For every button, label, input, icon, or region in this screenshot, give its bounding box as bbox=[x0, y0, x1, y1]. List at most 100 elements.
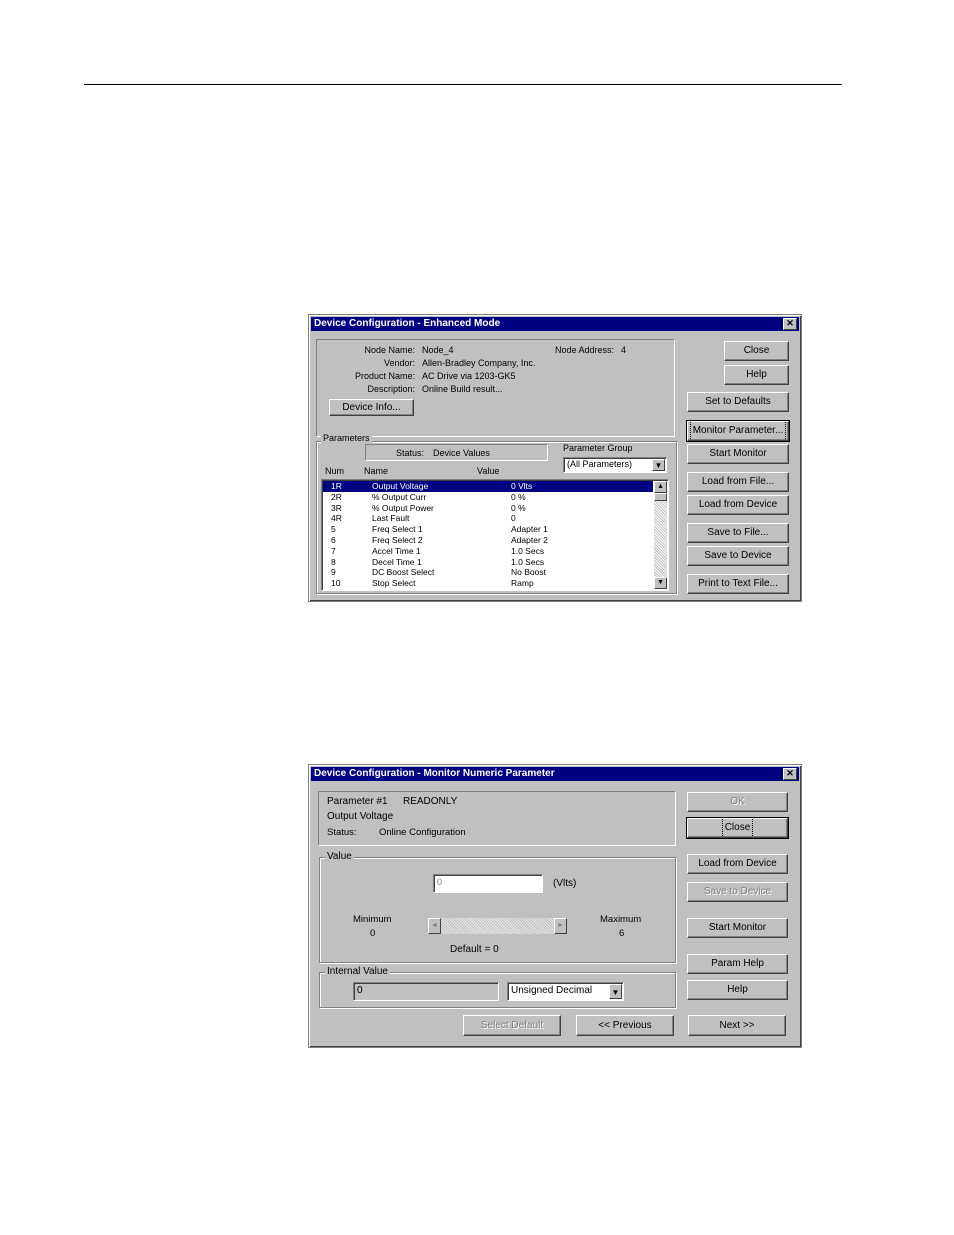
device-info-button[interactable]: Device Info... bbox=[329, 399, 414, 416]
dropdown-arrow-icon[interactable]: ▼ bbox=[609, 984, 622, 999]
param-help-button[interactable]: Param Help bbox=[687, 954, 788, 974]
page-header-rule bbox=[84, 84, 842, 85]
close-icon[interactable]: ✕ bbox=[783, 318, 797, 330]
table-row[interactable]: 1R Output Voltage 0 Vlts bbox=[323, 481, 653, 492]
table-row[interactable]: 5 Freq Select 1 Adapter 1 bbox=[323, 524, 653, 535]
start-monitor-button[interactable]: Start Monitor bbox=[687, 918, 788, 938]
parameter-name: Output Voltage bbox=[327, 811, 394, 822]
row-name: Freq Select 2 bbox=[372, 534, 423, 545]
status-label: Status: bbox=[327, 827, 357, 838]
start-monitor-label: Start Monitor bbox=[709, 448, 767, 459]
product-name-label: Product Name: bbox=[354, 371, 415, 381]
node-address-label: Node Address: bbox=[555, 345, 615, 355]
print-to-text-file-button[interactable]: Print to Text File... bbox=[687, 574, 789, 594]
parameter-number: Parameter #1 bbox=[327, 796, 388, 807]
close-icon[interactable]: ✕ bbox=[783, 768, 797, 780]
load-from-device-button[interactable]: Load from Device bbox=[687, 854, 788, 874]
start-monitor-label: Start Monitor bbox=[708, 922, 767, 933]
row-num: 3R bbox=[331, 502, 342, 513]
enhanced-mode-window: Device Configuration - Enhanced Mode ✕ N… bbox=[308, 314, 802, 602]
scroll-right-icon[interactable]: ► bbox=[554, 918, 567, 934]
description-label: Description: bbox=[367, 384, 415, 394]
dropdown-arrow-icon[interactable]: ▼ bbox=[652, 459, 665, 471]
row-name: Decel Time 1 bbox=[372, 556, 422, 567]
parameters-group-label: Parameters bbox=[321, 433, 372, 443]
table-row[interactable]: 3R % Output Power 0 % bbox=[323, 503, 653, 514]
format-dropdown[interactable]: Unsigned Decimal ▼ bbox=[507, 982, 624, 1001]
row-num: 8 bbox=[331, 556, 336, 567]
load-from-device-button[interactable]: Load from Device bbox=[687, 495, 789, 515]
load-from-device-label: Load from Device bbox=[698, 858, 777, 869]
row-name: % Output Power bbox=[372, 502, 434, 513]
row-num: 1R bbox=[331, 481, 342, 491]
table-row[interactable]: 7 Accel Time 1 1.0 Secs bbox=[323, 546, 653, 557]
default-value-text: Default = 0 bbox=[450, 944, 499, 955]
close-button[interactable]: Close bbox=[724, 341, 789, 361]
table-row[interactable]: 8 Decel Time 1 1.0 Secs bbox=[323, 557, 653, 568]
close-button[interactable]: Close bbox=[686, 817, 789, 839]
row-value: 0 % bbox=[511, 502, 526, 513]
status-value: Online Configuration bbox=[379, 827, 466, 838]
save-to-device-label: Save to Device bbox=[704, 550, 772, 561]
row-value: No Boost bbox=[511, 567, 546, 578]
start-monitor-button[interactable]: Start Monitor bbox=[687, 444, 789, 464]
save-to-device-label: Save to Device bbox=[703, 886, 772, 897]
status-label: Status: bbox=[396, 448, 425, 458]
row-num: 10 bbox=[331, 578, 341, 589]
row-name: Accel Time 1 bbox=[372, 545, 421, 556]
row-num: 5 bbox=[331, 524, 336, 535]
ok-label: OK bbox=[730, 796, 745, 807]
row-name: Stop Select bbox=[372, 578, 416, 589]
monitor-parameter-button[interactable]: Monitor Parameter... bbox=[686, 420, 790, 442]
monitor-numeric-parameter-window: Device Configuration - Monitor Numeric P… bbox=[308, 764, 802, 1048]
previous-label: << Previous bbox=[598, 1020, 652, 1031]
scroll-up-icon[interactable]: ▲ bbox=[654, 481, 667, 493]
table-row[interactable]: 10 Stop Select Ramp bbox=[323, 578, 653, 589]
row-value: 0 % bbox=[511, 491, 526, 502]
help-button[interactable]: Help bbox=[687, 980, 788, 1000]
row-value: 1.0 Secs bbox=[511, 545, 545, 556]
window-title: Device Configuration - Monitor Numeric P… bbox=[311, 767, 799, 781]
load-from-file-button[interactable]: Load from File... bbox=[687, 472, 789, 492]
save-to-file-button[interactable]: Save to File... bbox=[687, 523, 789, 543]
column-name-header: Name bbox=[364, 466, 389, 476]
device-info-button-label: Device Info... bbox=[342, 402, 401, 413]
close-button-label: Close bbox=[743, 345, 770, 356]
set-to-defaults-label: Set to Defaults bbox=[705, 396, 771, 407]
row-num: 2R bbox=[331, 491, 342, 502]
minimum-value: 0 bbox=[370, 928, 376, 939]
vendor-value: Allen-Bradley Company, Inc. bbox=[422, 358, 536, 368]
help-label: Help bbox=[727, 984, 748, 995]
table-row[interactable]: 2R % Output Curr 0 % bbox=[323, 492, 653, 503]
readonly-badge: READONLY bbox=[403, 796, 458, 807]
value-slider[interactable]: ◄ ► bbox=[428, 918, 567, 934]
value-input[interactable]: 0 bbox=[433, 874, 543, 893]
list-vertical-scrollbar[interactable]: ▲ ▼ bbox=[654, 481, 667, 589]
parameter-group-dropdown[interactable]: (All Parameters) ▼ bbox=[563, 457, 667, 473]
table-row[interactable]: 4R Last Fault 0 bbox=[323, 513, 653, 524]
row-value: Ramp bbox=[511, 578, 534, 589]
row-name: % Output Curr bbox=[372, 491, 427, 502]
scroll-left-icon[interactable]: ◄ bbox=[428, 918, 441, 934]
scroll-thumb[interactable] bbox=[654, 493, 667, 501]
select-default-button[interactable]: Select Default bbox=[463, 1015, 561, 1036]
next-label: Next >> bbox=[719, 1020, 755, 1031]
save-to-device-button[interactable]: Save to Device bbox=[687, 882, 788, 902]
node-address-value: 4 bbox=[621, 345, 627, 355]
previous-button[interactable]: << Previous bbox=[576, 1015, 674, 1036]
parameters-list[interactable]: 1R Output Voltage 0 Vlts 2R % Output Curr 0 … bbox=[321, 479, 669, 591]
row-name: DC Boost Select bbox=[372, 567, 435, 578]
next-button[interactable]: Next >> bbox=[688, 1015, 786, 1036]
help-button[interactable]: Help bbox=[724, 365, 789, 385]
save-to-device-button[interactable]: Save to Device bbox=[687, 546, 789, 566]
table-row[interactable]: 9 DC Boost Select No Boost bbox=[323, 567, 653, 578]
set-to-defaults-button[interactable]: Set to Defaults bbox=[687, 392, 789, 412]
internal-value-field: 0 bbox=[353, 982, 499, 1001]
table-row[interactable]: 6 Freq Select 2 Adapter 2 bbox=[323, 535, 653, 546]
column-value-header: Value bbox=[477, 466, 500, 476]
format-dropdown-value: Unsigned Decimal bbox=[511, 985, 593, 996]
ok-button[interactable]: OK bbox=[687, 792, 788, 812]
scroll-down-icon[interactable]: ▼ bbox=[654, 577, 667, 589]
print-to-text-file-label: Print to Text File... bbox=[698, 578, 778, 589]
maximum-label: Maximum bbox=[600, 914, 642, 925]
